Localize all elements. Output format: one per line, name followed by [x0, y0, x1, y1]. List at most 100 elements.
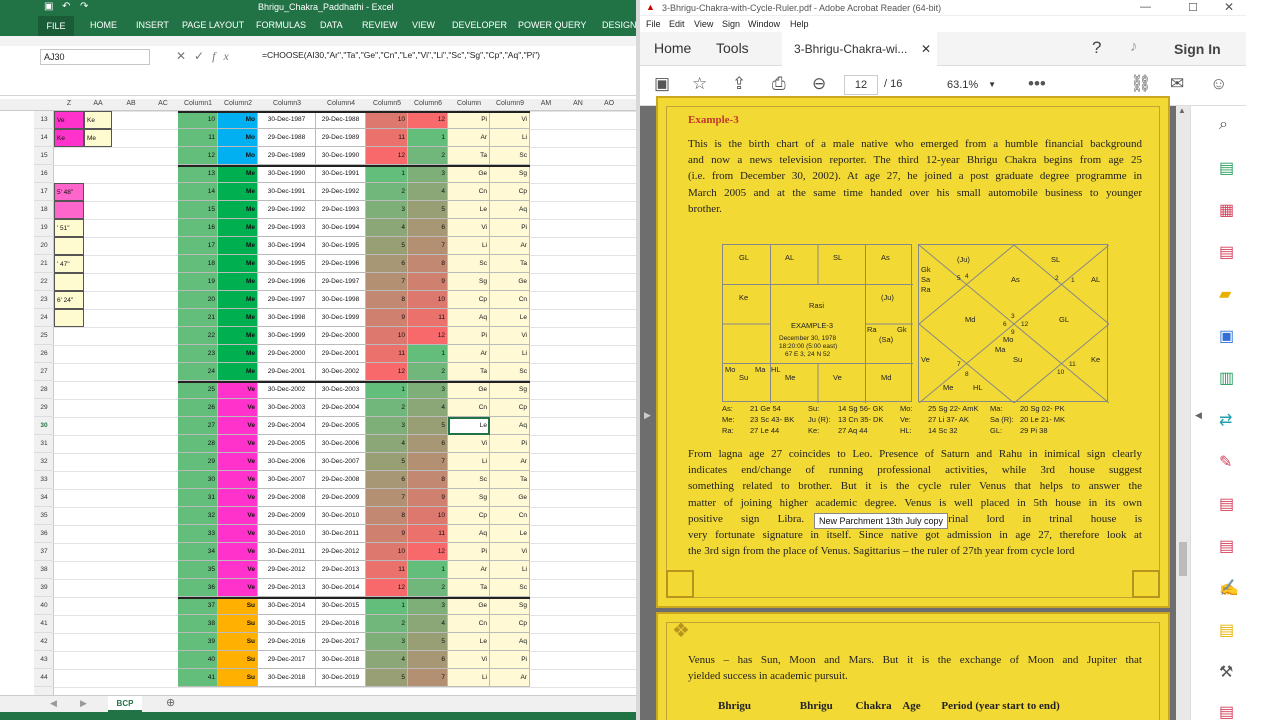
next-sheet-icon[interactable]: ▶ — [80, 698, 87, 709]
cell-sign[interactable]: Le — [448, 633, 490, 651]
cell-sign-num[interactable]: 2 — [408, 579, 448, 597]
cell-house[interactable]: 9 — [366, 525, 408, 543]
cell-house[interactable]: 11 — [366, 129, 408, 147]
cell-age[interactable]: 21 — [178, 309, 218, 327]
cell-sign-num[interactable]: 10 — [408, 507, 448, 525]
cell-end-date[interactable]: 30-Dec-2019 — [316, 669, 366, 687]
cell-sign[interactable]: Cn — [448, 183, 490, 201]
cell-start-date[interactable]: 29-Dec-1989 — [258, 147, 316, 165]
row-header[interactable]: 29 — [34, 399, 54, 417]
cell-sign[interactable]: Ge — [448, 597, 490, 615]
vertical-scrollbar[interactable]: ▲ — [1176, 106, 1190, 720]
cell-sign[interactable]: Sg — [448, 273, 490, 291]
edit-pdf-icon[interactable]: ▥ — [1219, 368, 1234, 388]
cell-start-date[interactable]: 30-Dec-2007 — [258, 471, 316, 489]
cell-start-date[interactable]: 30-Dec-2006 — [258, 453, 316, 471]
cell-sign[interactable]: Ta — [448, 579, 490, 597]
cell-sign-2[interactable]: Ge — [490, 273, 530, 291]
cell-end-date[interactable]: 30-Dec-1995 — [316, 237, 366, 255]
cell-end-date[interactable]: 30-Dec-1990 — [316, 147, 366, 165]
tab-view[interactable]: VIEW — [412, 20, 435, 30]
close-icon[interactable]: ✕ — [1224, 0, 1234, 14]
worksheet-grid[interactable]: Ve Ke Ke Me 5' 48" ' 51" ' 47" 6' 24" 10 Mo 30-Dec… — [54, 111, 636, 695]
cell-start-date[interactable]: 30-Dec-2015 — [258, 615, 316, 633]
cell-planet[interactable]: Me — [218, 237, 258, 255]
cell-sign[interactable]: Li — [448, 453, 490, 471]
cell-start-date[interactable]: 29-Dec-1996 — [258, 273, 316, 291]
row-header[interactable]: 40 — [34, 597, 54, 615]
cell-house[interactable]: 7 — [366, 489, 408, 507]
print-icon[interactable]: ⎙ — [772, 74, 786, 94]
cell-age[interactable]: 29 — [178, 453, 218, 471]
tab-developer[interactable]: DEVELOPER — [452, 20, 507, 30]
cell-sign-num[interactable]: 3 — [408, 597, 448, 615]
cell-age[interactable]: 19 — [178, 273, 218, 291]
cell-sign-num[interactable]: 6 — [408, 651, 448, 669]
cell-age[interactable]: 12 — [178, 147, 218, 165]
cell-house[interactable]: 10 — [366, 327, 408, 345]
cell-sign-2[interactable]: Vi — [490, 327, 530, 345]
cell-house[interactable]: 9 — [366, 309, 408, 327]
column-header[interactable]: AB — [114, 100, 148, 111]
cell-start-date[interactable]: 30-Dec-2018 — [258, 669, 316, 687]
cell-sign[interactable]: Ge — [448, 381, 490, 399]
cell-planet[interactable]: Me — [218, 363, 258, 381]
cell-planet[interactable]: Me — [218, 309, 258, 327]
column-header[interactable]: AA — [84, 100, 112, 111]
cell-end-date[interactable]: 30-Dec-2007 — [316, 453, 366, 471]
row-header[interactable]: 21 — [34, 255, 54, 273]
cell-sign[interactable]: Pi — [448, 111, 490, 129]
cell-planet[interactable]: Ve — [218, 453, 258, 471]
cell-sign-num[interactable]: 3 — [408, 165, 448, 183]
cell-age[interactable]: 20 — [178, 291, 218, 309]
cell-end-date[interactable]: 30-Dec-1991 — [316, 165, 366, 183]
cell-start-date[interactable]: 30-Dec-2014 — [258, 597, 316, 615]
cell-planet[interactable]: Me — [218, 219, 258, 237]
cell-planet[interactable]: Ve — [218, 525, 258, 543]
row-header[interactable]: 23 — [34, 291, 54, 309]
cell-end-date[interactable]: 29-Dec-1989 — [316, 129, 366, 147]
column-header[interactable]: Column3 — [258, 100, 316, 111]
cell-age[interactable]: 24 — [178, 363, 218, 381]
cell-house[interactable]: 2 — [366, 399, 408, 417]
cell-house[interactable]: 12 — [366, 147, 408, 165]
add-sheet-icon[interactable]: ⊕ — [166, 696, 175, 709]
page-number-input[interactable]: 12 — [844, 75, 878, 95]
cell-sign[interactable]: Cp — [448, 507, 490, 525]
bookmark-star-icon[interactable]: ☆ — [692, 74, 707, 94]
column-header[interactable]: AN — [562, 100, 594, 111]
cell-sign-num[interactable]: 4 — [408, 183, 448, 201]
cell-sign[interactable]: Ta — [448, 147, 490, 165]
cell-planet[interactable]: Ve — [218, 435, 258, 453]
cell-end-date[interactable]: 29-Dec-2000 — [316, 327, 366, 345]
cell-sign-2[interactable]: Cp — [490, 183, 530, 201]
cell-age[interactable]: 26 — [178, 399, 218, 417]
cell-start-date[interactable]: 30-Dec-2003 — [258, 399, 316, 417]
formula-icons[interactable]: ✕✓fx — [176, 49, 237, 64]
cell-start-date[interactable]: 29-Dec-2017 — [258, 651, 316, 669]
cell-house[interactable]: 10 — [366, 111, 408, 129]
name-box[interactable]: AJ30 — [40, 49, 150, 65]
cell-age[interactable]: 14 — [178, 183, 218, 201]
cell-sign-num[interactable]: 10 — [408, 291, 448, 309]
cell-sign[interactable]: Sc — [448, 471, 490, 489]
cell-house[interactable]: 1 — [366, 597, 408, 615]
cell-planet[interactable]: Me — [218, 201, 258, 219]
cell-sign[interactable]: Pi — [448, 327, 490, 345]
cell-planet[interactable]: Me — [218, 273, 258, 291]
row-header[interactable]: 33 — [34, 471, 54, 489]
row-header[interactable]: 39 — [34, 579, 54, 597]
cell-planet[interactable]: Mo — [218, 147, 258, 165]
cell-sign-2[interactable]: Pi — [490, 651, 530, 669]
row-header[interactable]: 42 — [34, 633, 54, 651]
cell-start-date[interactable]: 29-Dec-2005 — [258, 435, 316, 453]
cell-house[interactable]: 5 — [366, 453, 408, 471]
row-header[interactable]: 15 — [34, 147, 54, 165]
cell-start-date[interactable]: 29-Dec-1992 — [258, 201, 316, 219]
organize-pages-icon[interactable]: ▦ — [1219, 200, 1234, 220]
cell-sign[interactable]: Pi — [448, 543, 490, 561]
cell-age[interactable]: 27 — [178, 417, 218, 435]
compress-icon[interactable]: ▤ — [1219, 536, 1234, 556]
tab-insert[interactable]: INSERT — [136, 20, 169, 30]
cell-house[interactable]: 3 — [366, 201, 408, 219]
